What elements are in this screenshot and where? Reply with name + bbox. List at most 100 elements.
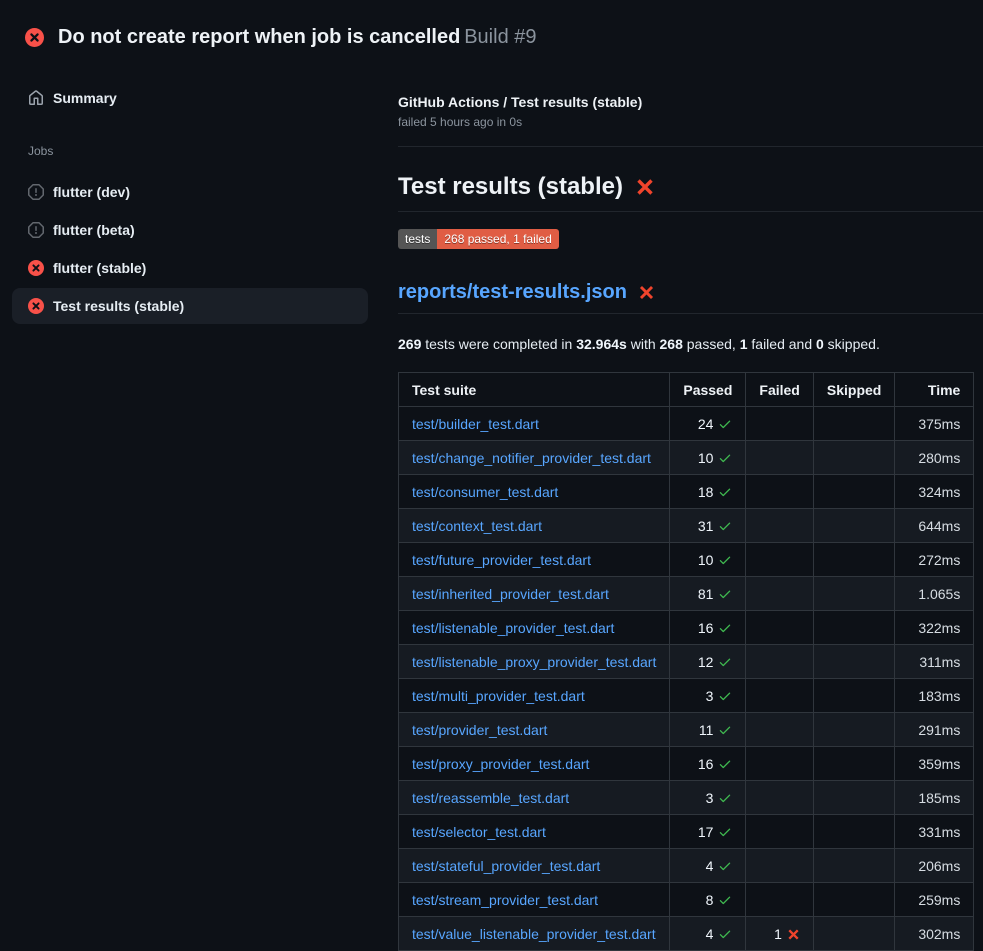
suite-link[interactable]: test/provider_test.dart (412, 722, 547, 738)
build-number: Build #9 (464, 26, 536, 48)
passed-cell: 16 (670, 747, 746, 781)
suite-link[interactable]: test/value_listenable_provider_test.dart (412, 926, 656, 942)
skipped-cell (813, 509, 894, 543)
failed-x-icon (635, 177, 655, 197)
sidebar-job-item[interactable]: flutter (stable) (12, 250, 368, 286)
suite-link[interactable]: test/listenable_proxy_provider_test.dart (412, 654, 656, 670)
skipped-cell (813, 747, 894, 781)
suite-cell: test/future_provider_test.dart (399, 543, 670, 577)
time-cell: 280ms (895, 441, 974, 475)
passed-cell: 10 (670, 543, 746, 577)
suite-cell: test/consumer_test.dart (399, 475, 670, 509)
check-icon (718, 519, 732, 533)
suite-cell: test/change_notifier_provider_test.dart (399, 441, 670, 475)
failed-cell (746, 577, 813, 611)
suite-link[interactable]: test/future_provider_test.dart (412, 552, 591, 568)
suite-link[interactable]: test/reassemble_test.dart (412, 790, 569, 806)
failed-cell (746, 407, 813, 441)
passed-cell: 24 (670, 407, 746, 441)
run-status-line: failed 5 hours ago in 0s (398, 115, 983, 129)
suite-link[interactable]: test/selector_test.dart (412, 824, 546, 840)
skipped-cell (813, 815, 894, 849)
suite-cell: test/listenable_provider_test.dart (399, 611, 670, 645)
table-row: test/stateful_provider_test.dart4206ms (399, 849, 974, 883)
check-icon (718, 927, 732, 941)
suite-link[interactable]: test/stateful_provider_test.dart (412, 858, 600, 874)
jobs-section-label: Jobs (12, 144, 368, 158)
skipped-cell (813, 781, 894, 815)
summary-failed: 1 (740, 336, 748, 352)
cancelled-stop-icon (28, 184, 44, 200)
passed-cell: 18 (670, 475, 746, 509)
time-cell: 644ms (895, 509, 974, 543)
failed-circle-icon (28, 298, 44, 314)
skipped-cell (813, 883, 894, 917)
time-cell: 375ms (895, 407, 974, 441)
suite-cell: test/context_test.dart (399, 509, 670, 543)
check-icon (718, 859, 732, 873)
suite-link[interactable]: test/multi_provider_test.dart (412, 688, 585, 704)
home-icon (28, 90, 44, 106)
suite-link[interactable]: test/listenable_provider_test.dart (412, 620, 614, 636)
table-header-row: Test suitePassedFailedSkippedTime (399, 373, 974, 407)
passed-cell: 10 (670, 441, 746, 475)
check-icon (718, 621, 732, 635)
passed-cell: 11 (670, 713, 746, 747)
table-row: test/stream_provider_test.dart 8 259ms (399, 883, 974, 917)
check-icon (718, 587, 732, 601)
sidebar-job-item[interactable]: flutter (dev) (12, 174, 368, 210)
check-icon (718, 791, 732, 805)
time-cell: 322ms (895, 611, 974, 645)
report-file-link[interactable]: reports/test-results.json (398, 281, 627, 304)
time-cell: 272ms (895, 543, 974, 577)
suite-cell: test/selector_test.dart (399, 815, 670, 849)
sidebar-job-item[interactable]: flutter (beta) (12, 212, 368, 248)
skipped-cell (813, 645, 894, 679)
sidebar-item-summary[interactable]: Summary (12, 80, 368, 116)
check-icon (718, 553, 732, 567)
suite-cell: test/stream_provider_test.dart (399, 883, 670, 917)
passed-cell: 8 (670, 883, 746, 917)
table-row: test/future_provider_test.dart 10 272ms (399, 543, 974, 577)
suite-link[interactable]: test/proxy_provider_test.dart (412, 756, 589, 772)
check-icon (718, 893, 732, 907)
test-results-table: Test suitePassedFailedSkippedTime test/b… (398, 372, 974, 951)
time-cell: 311ms (895, 645, 974, 679)
table-row: test/consumer_test.dart 18 324ms (399, 475, 974, 509)
column-header: Skipped (813, 373, 894, 407)
failed-cell (746, 543, 813, 577)
passed-cell: 12 (670, 645, 746, 679)
time-cell: 291ms (895, 713, 974, 747)
suite-link[interactable]: test/inherited_provider_test.dart (412, 586, 609, 602)
skipped-cell (813, 917, 894, 951)
failed-circle-icon (28, 260, 44, 276)
badge-value: 268 passed, 1 failed (437, 229, 558, 249)
failed-cell (746, 815, 813, 849)
suite-link[interactable]: test/builder_test.dart (412, 416, 539, 432)
skipped-cell (813, 849, 894, 883)
sidebar-job-item[interactable]: Test results (stable) (12, 288, 368, 324)
check-icon (718, 757, 732, 771)
time-cell: 324ms (895, 475, 974, 509)
table-row: test/value_listenable_provider_test.dart… (399, 917, 974, 951)
suite-link[interactable]: test/consumer_test.dart (412, 484, 558, 500)
time-cell: 259ms (895, 883, 974, 917)
build-failed-icon (25, 28, 44, 47)
suite-cell: test/stateful_provider_test.dart (399, 849, 670, 883)
time-cell: 331ms (895, 815, 974, 849)
badge-label: tests (398, 229, 437, 249)
x-icon (787, 928, 800, 941)
passed-cell: 16 (670, 611, 746, 645)
sidebar-summary-label: Summary (53, 90, 117, 106)
table-row: test/reassemble_test.dart3185ms (399, 781, 974, 815)
time-cell: 1.065s (895, 577, 974, 611)
suite-link[interactable]: test/stream_provider_test.dart (412, 892, 598, 908)
failed-cell: 1 (746, 917, 813, 951)
suite-cell: test/value_listenable_provider_test.dart (399, 917, 670, 951)
passed-cell: 4 (670, 917, 746, 951)
failed-cell (746, 611, 813, 645)
failed-cell (746, 883, 813, 917)
suite-link[interactable]: test/change_notifier_provider_test.dart (412, 450, 651, 466)
section-title-text: Test results (stable) (398, 173, 623, 201)
suite-link[interactable]: test/context_test.dart (412, 518, 542, 534)
